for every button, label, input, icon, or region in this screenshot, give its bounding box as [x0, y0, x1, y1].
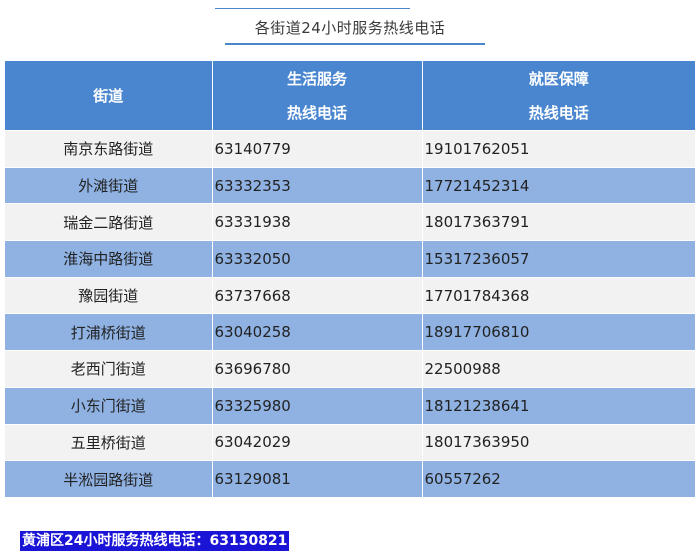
medical-phone-cell: 17721452314 — [422, 166, 695, 204]
street-cell: 外滩街道 — [5, 166, 213, 204]
table-row: 外滩街道 63332353 17721452314 — [5, 166, 695, 204]
header-medical: 就医保障 热线电话 — [422, 61, 695, 131]
street-cell: 淮海中路街道 — [5, 240, 213, 278]
header-med-line2: 热线电话 — [528, 103, 589, 122]
table-header: 街道 生活服务 热线电话 就医保障 热线电话 — [5, 61, 695, 131]
life-phone-cell: 63696780 — [212, 350, 423, 388]
street-cell: 南京东路街道 — [5, 130, 213, 168]
table-row: 五里桥街道 63042029 18017363950 — [5, 423, 695, 461]
table-body: 南京东路街道 63140779 19101762051 外滩街道 6333235… — [5, 130, 695, 497]
life-phone-cell: 63331938 — [212, 203, 423, 241]
table-row: 淮海中路街道 63332050 15317236057 — [5, 240, 695, 278]
life-phone-cell: 63129081 — [212, 460, 423, 497]
title-block: 各街道24小时服务热线电话 — [215, 8, 485, 46]
header-street-label: 街道 — [93, 86, 124, 105]
hotline-table: 街道 生活服务 热线电话 就医保障 热线电话 南京东路街道 63140779 1… — [5, 61, 695, 497]
header-row: 街道 生活服务 热线电话 就医保障 热线电话 — [5, 61, 695, 131]
life-phone-cell: 63042029 — [212, 423, 423, 461]
header-life-service: 生活服务 热线电话 — [212, 61, 423, 131]
life-phone-cell: 63737668 — [212, 276, 423, 314]
page-title: 各街道24小时服务热线电话 — [254, 19, 446, 37]
street-cell: 半淞园路街道 — [5, 460, 213, 497]
table-row: 老西门街道 63696780 22500988 — [5, 350, 695, 388]
medical-phone-cell: 17701784368 — [422, 276, 695, 314]
header-life-line1: 生活服务 — [286, 69, 347, 88]
table-row: 南京东路街道 63140779 19101762051 — [5, 130, 695, 168]
table-row: 瑞金二路街道 63331938 18017363791 — [5, 203, 695, 241]
header-life-line2: 热线电话 — [286, 103, 347, 122]
header-med-line1: 就医保障 — [528, 69, 589, 88]
title-top-rule — [215, 8, 410, 9]
medical-phone-cell: 22500988 — [422, 350, 695, 388]
table-row: 打浦桥街道 63040258 18917706810 — [5, 313, 695, 351]
street-cell: 豫园街道 — [5, 276, 213, 314]
life-phone-cell: 63325980 — [212, 386, 423, 424]
table-row: 豫园街道 63737668 17701784368 — [5, 276, 695, 314]
street-cell: 瑞金二路街道 — [5, 203, 213, 241]
life-phone-cell: 63040258 — [212, 313, 423, 351]
district-hotline-note: 黄浦区24小时服务热线电话：63130821 — [20, 531, 290, 551]
life-phone-cell: 63332050 — [212, 240, 423, 278]
table-row: 小东门街道 63325980 18121238641 — [5, 386, 695, 424]
life-phone-cell: 63140779 — [212, 130, 423, 168]
medical-phone-cell: 18017363950 — [422, 423, 695, 461]
medical-phone-cell: 18917706810 — [422, 313, 695, 351]
header-street: 街道 — [5, 61, 213, 131]
medical-phone-cell: 60557262 — [422, 460, 695, 497]
title-bottom-rule — [225, 43, 485, 45]
medical-phone-cell: 18121238641 — [422, 386, 695, 424]
table-row: 半淞园路街道 63129081 60557262 — [5, 460, 695, 497]
street-cell: 打浦桥街道 — [5, 313, 213, 351]
medical-phone-cell: 18017363791 — [422, 203, 695, 241]
street-cell: 老西门街道 — [5, 350, 213, 388]
street-cell: 五里桥街道 — [5, 423, 213, 461]
street-cell: 小东门街道 — [5, 386, 213, 424]
medical-phone-cell: 19101762051 — [422, 130, 695, 168]
life-phone-cell: 63332353 — [212, 166, 423, 204]
medical-phone-cell: 15317236057 — [422, 240, 695, 278]
